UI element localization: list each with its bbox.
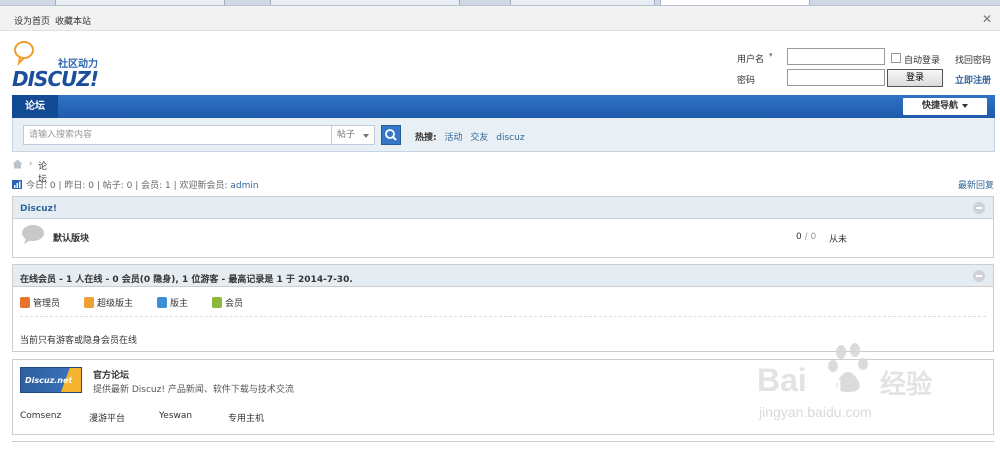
username-dropdown-icon[interactable]: ▾	[769, 51, 773, 59]
discuz-net-badge[interactable]: Discuz.net	[20, 367, 82, 393]
friend-link[interactable]: 漫游平台	[89, 411, 125, 424]
hot-term-link[interactable]: discuz	[496, 133, 524, 143]
legend-label: 会员	[225, 299, 244, 309]
forum-last-post: 从未	[829, 235, 848, 245]
site-logo[interactable]: 社区动力 DISCUZ!	[12, 40, 112, 92]
forum-count: 0 / 0	[796, 232, 817, 242]
category-title[interactable]: Discuz!	[20, 204, 57, 214]
password-label: 密码	[737, 76, 756, 86]
search-icon	[385, 129, 397, 141]
hot-search-label: 热搜:	[415, 133, 437, 143]
watermark-cn: 经验	[880, 370, 933, 400]
category-header: Discuz!	[13, 197, 993, 219]
hot-search: 热搜: 活动 交友 discuz	[415, 130, 525, 143]
super-moderator-icon	[84, 297, 94, 308]
forum-stats: 今日: 0 | 昨日: 0 | 帖子: 0 | 会员: 1 | 欢迎新会员: a…	[12, 178, 259, 191]
bookmark-link[interactable]: 收藏本站	[55, 14, 91, 27]
search-bar: 请输入搜索内容 帖子 热搜: 活动 交友 discuz	[12, 118, 995, 152]
legend-item: 管理员	[20, 296, 60, 309]
forum-name-link[interactable]: 默认版块	[53, 231, 89, 244]
watermark-brand: Bai	[757, 362, 807, 398]
collapse-icon[interactable]	[973, 270, 985, 282]
legend-item: 超级版主	[84, 296, 133, 309]
close-icon[interactable]: ✕	[982, 12, 992, 26]
baidu-jingyan-watermark: Bai du 经验 jingyan.baidu.com	[745, 340, 955, 430]
auto-login-checkbox[interactable]	[891, 53, 901, 63]
collapse-icon[interactable]	[973, 202, 985, 214]
thread-count: 0	[796, 232, 802, 242]
forum-row: 默认版块 0 / 0 从未	[13, 219, 993, 249]
badge-text: Discuz.net	[25, 376, 73, 385]
quick-nav-button[interactable]: 快捷导航	[903, 98, 987, 115]
tab-forum[interactable]: 论坛	[12, 95, 58, 118]
friend-link[interactable]: 专用主机	[228, 411, 264, 424]
online-members: 在线会员 - 1 人在线 - 0 会员(0 隐身), 1 位游客 - 最高记录是…	[12, 264, 994, 352]
username-input[interactable]	[787, 48, 885, 65]
forum-category: Discuz! 默认版块 0 / 0 从未	[12, 196, 994, 258]
home-icon[interactable]	[12, 159, 23, 169]
auto-login-label: 自动登录	[904, 56, 941, 66]
bottom-divider	[12, 441, 994, 442]
legend-label: 版主	[170, 299, 189, 309]
search-input[interactable]: 请输入搜索内容	[23, 125, 331, 145]
retrieve-password-link[interactable]: 找回密码	[955, 53, 991, 66]
chevron-down-icon	[962, 103, 968, 108]
post-count: 0	[810, 232, 817, 242]
set-home-link[interactable]: 设为首页	[14, 14, 50, 27]
friend-link[interactable]: Yeswan	[159, 411, 192, 421]
search-button[interactable]	[381, 125, 401, 145]
breadcrumb-separator: ›	[29, 159, 33, 169]
new-member-link[interactable]: admin	[230, 181, 258, 191]
legend-label: 超级版主	[97, 299, 134, 309]
moderator-icon	[157, 297, 167, 308]
watermark-brand2: du	[815, 372, 842, 397]
admin-icon	[20, 297, 30, 308]
chevron-down-icon	[363, 134, 369, 138]
legend-label: 管理员	[33, 299, 61, 309]
username-label: 用户名	[737, 55, 765, 65]
latest-reply-link[interactable]: 最新回复	[958, 178, 994, 191]
online-title: 在线会员 - 1 人在线 - 0 会员(0 隐身), 1 位游客 - 最高记录是…	[20, 275, 353, 285]
legend-item: 会员	[212, 296, 243, 309]
register-link[interactable]: 立即注册	[955, 73, 991, 86]
online-note: 当前只有游客或隐身会员在线	[20, 336, 138, 346]
top-toolbar: 设为首页 收藏本站 ✕	[0, 6, 1000, 31]
official-forum-link[interactable]: 官方论坛	[93, 368, 129, 381]
search-type-label: 帖子	[337, 130, 356, 140]
stats-chart-icon	[12, 180, 22, 189]
official-forum-desc: 提供最新 Discuz! 产品新闻、软件下载与技术交流	[93, 385, 294, 395]
member-icon	[212, 297, 222, 308]
watermark-url: jingyan.baidu.com	[759, 404, 872, 420]
member-legend: 管理员 超级版主 版主 会员	[20, 287, 986, 317]
logo-brand: DISCUZ!	[12, 67, 99, 91]
hot-term-link[interactable]: 交友	[470, 133, 488, 143]
quick-nav-label: 快捷导航	[921, 101, 958, 111]
main-nav: 论坛 快捷导航	[12, 95, 995, 118]
friend-link[interactable]: Comsenz	[20, 411, 61, 421]
hot-term-link[interactable]: 活动	[444, 133, 462, 143]
login-button[interactable]: 登录	[887, 69, 943, 87]
online-header: 在线会员 - 1 人在线 - 0 会员(0 隐身), 1 位游客 - 最高记录是…	[13, 265, 993, 287]
search-type-select[interactable]: 帖子	[331, 125, 375, 145]
legend-item: 版主	[157, 296, 188, 309]
stats-text: 今日: 0 | 昨日: 0 | 帖子: 0 | 会员: 1 | 欢迎新会员:	[26, 181, 231, 191]
password-input[interactable]	[787, 69, 885, 86]
forum-bubble-icon	[22, 225, 44, 244]
